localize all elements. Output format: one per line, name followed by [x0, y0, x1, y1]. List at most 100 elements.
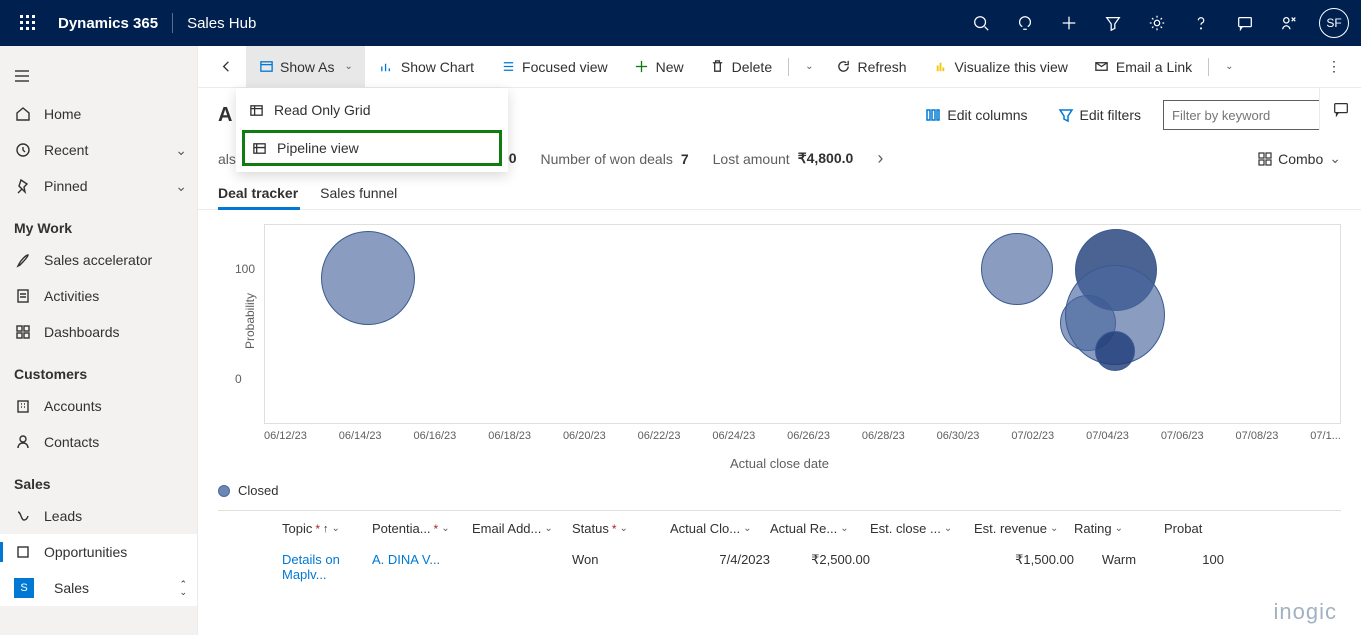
view-mode-combo[interactable]: Combo	[1258, 150, 1341, 167]
pin-icon	[14, 177, 32, 195]
col-email[interactable]: Email Add...⌄	[472, 521, 572, 536]
visualize-button[interactable]: Visualize this view	[921, 46, 1080, 88]
nav-dashboards[interactable]: Dashboards	[0, 314, 197, 350]
email-link-split-button[interactable]: ⌄	[1213, 46, 1241, 88]
area-label: Sales	[54, 580, 89, 596]
divider	[172, 13, 173, 33]
dashboard-icon	[14, 323, 32, 341]
filter-icon[interactable]	[1093, 0, 1133, 46]
filter-keyword-input[interactable]	[1163, 100, 1341, 130]
overflow-button[interactable]: ⋮	[1317, 46, 1351, 88]
chevron-down-icon: ⌄	[344, 61, 352, 72]
separator	[788, 58, 789, 76]
help-icon[interactable]	[1181, 0, 1221, 46]
cell-topic[interactable]: Details on Maplv...	[282, 552, 340, 582]
focused-view-button[interactable]: Focused view	[488, 46, 620, 88]
person-icon	[14, 433, 32, 451]
nav-leads[interactable]: Leads	[0, 498, 197, 534]
plus-icon[interactable]	[1049, 0, 1089, 46]
cell-status: Won	[572, 552, 599, 567]
x-axis-label: Actual close date	[218, 456, 1341, 471]
col-probability[interactable]: Probat	[1164, 521, 1224, 536]
section-mywork: My Work	[0, 204, 197, 242]
y-tick: 100	[235, 262, 255, 276]
cmd-label: Show As	[280, 59, 334, 75]
brand-label: Dynamics 365	[58, 15, 158, 32]
cell-actual-close: 7/4/2023	[719, 552, 770, 567]
area-switcher[interactable]: S Sales ⌃⌄	[0, 570, 197, 606]
opportunities-icon	[14, 543, 32, 561]
edit-columns-button[interactable]: Edit columns	[917, 103, 1035, 127]
col-potential[interactable]: Potentia...*⌄	[372, 521, 472, 536]
nav-home[interactable]: Home	[0, 96, 197, 132]
nav-recent[interactable]: Recent	[0, 132, 197, 168]
edit-filters-button[interactable]: Edit filters	[1050, 103, 1149, 127]
nav-label: Dashboards	[44, 324, 120, 340]
cmd-label: Email a Link	[1116, 59, 1192, 75]
col-actual-rev[interactable]: Actual Re...⌄	[770, 521, 870, 536]
nav-accounts[interactable]: Accounts	[0, 388, 197, 424]
show-chart-button[interactable]: Show Chart	[367, 46, 486, 88]
dropdown-item-read-only-grid[interactable]: Read Only Grid	[236, 92, 508, 128]
col-status[interactable]: Status*⌄	[572, 521, 670, 536]
tab-sales-funnel[interactable]: Sales funnel	[320, 179, 397, 209]
page-title: A	[218, 104, 232, 127]
col-rating[interactable]: Rating⌄	[1074, 521, 1164, 536]
nav-activities[interactable]: Activities	[0, 278, 197, 314]
chart-plot[interactable]: 100 0	[264, 224, 1341, 424]
checklist-icon	[14, 287, 32, 305]
table-row[interactable]: Details on Maplv... A. DINA V... Won 7/4…	[218, 546, 1341, 588]
y-tick: 0	[235, 372, 242, 386]
col-est-close[interactable]: Est. close ...⌄	[870, 521, 974, 536]
cell-potential[interactable]: A. DINA V...	[372, 552, 440, 567]
metric-lost-amount: Lost amount ₹4,800.0	[713, 150, 854, 167]
y-axis-label: Probability	[243, 293, 257, 349]
metric-won-deals: Number of won deals 7	[541, 151, 689, 167]
nav-label: Home	[44, 106, 81, 122]
assistant-icon[interactable]	[1269, 0, 1309, 46]
leads-icon	[14, 507, 32, 525]
nav-pinned[interactable]: Pinned	[0, 168, 197, 204]
bubble[interactable]	[981, 233, 1053, 305]
settings-icon[interactable]	[1137, 0, 1177, 46]
app-launcher-icon[interactable]	[12, 7, 44, 39]
hamburger-icon[interactable]	[2, 56, 42, 96]
bubble[interactable]	[1095, 331, 1135, 371]
cmd-label: New	[656, 59, 684, 75]
nav-sales-accelerator[interactable]: Sales accelerator	[0, 242, 197, 278]
chart-area: Probability 100 0 06/12/23 06/14/23 06/1…	[198, 210, 1361, 475]
nav-label: Accounts	[44, 398, 102, 414]
chevron-down-icon	[175, 178, 187, 195]
tab-deal-tracker[interactable]: Deal tracker	[218, 179, 298, 209]
col-est-rev[interactable]: Est. revenue⌄	[974, 521, 1074, 536]
cmd-label: Delete	[732, 59, 772, 75]
back-button[interactable]	[208, 46, 244, 88]
nav-label: Contacts	[44, 434, 99, 450]
search-icon[interactable]	[961, 0, 1001, 46]
app-name-label[interactable]: Sales Hub	[187, 15, 256, 32]
col-topic[interactable]: Topic*↑⌄	[222, 521, 372, 536]
building-icon	[14, 397, 32, 415]
hdr-label: Edit columns	[947, 107, 1027, 123]
email-link-button[interactable]: Email a Link	[1082, 46, 1204, 88]
nav-label: Sales accelerator	[44, 252, 152, 268]
delete-split-button[interactable]: ⌄	[793, 46, 821, 88]
refresh-button[interactable]: Refresh	[824, 46, 919, 88]
teams-chat-icon[interactable]	[1319, 88, 1361, 130]
scroll-right-icon[interactable]	[877, 148, 883, 169]
dropdown-item-pipeline-view[interactable]: Pipeline view	[242, 130, 502, 166]
col-actual-close[interactable]: Actual Clo...⌄	[670, 521, 770, 536]
new-button[interactable]: New	[622, 46, 696, 88]
cell-actual-rev: ₹2,500.00	[811, 552, 870, 567]
cmd-label: Refresh	[858, 59, 907, 75]
bubble[interactable]	[321, 231, 415, 325]
area-badge: S	[14, 578, 34, 598]
delete-button[interactable]: Delete	[698, 46, 784, 88]
cmd-label: Visualize this view	[955, 59, 1068, 75]
show-as-button[interactable]: Show As ⌄	[246, 46, 365, 88]
nav-contacts[interactable]: Contacts	[0, 424, 197, 460]
chat-icon[interactable]	[1225, 0, 1265, 46]
lightbulb-icon[interactable]	[1005, 0, 1045, 46]
user-avatar[interactable]: SF	[1319, 8, 1349, 38]
nav-opportunities[interactable]: Opportunities	[0, 534, 197, 570]
